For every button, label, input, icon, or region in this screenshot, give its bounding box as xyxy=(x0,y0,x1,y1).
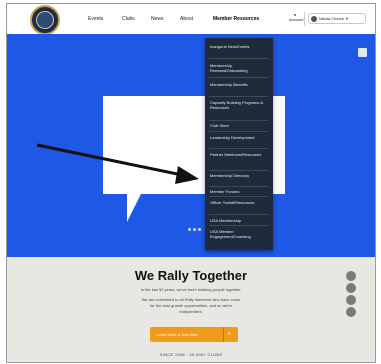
dropdown-item[interactable]: Inaugural Nets/Events xyxy=(210,44,268,49)
dropdown-item[interactable]: Officer Toolkit/Resources xyxy=(210,200,268,205)
dropdown-item[interactable]: USA Member Engagement/Coaching xyxy=(210,229,268,239)
button-divider xyxy=(223,327,224,342)
twitter-icon[interactable] xyxy=(346,283,356,293)
dropdown-separator xyxy=(209,214,269,215)
dropdown-separator xyxy=(209,96,269,97)
dropdown-item[interactable]: Leadership Development xyxy=(210,135,268,140)
section-paragraph: We are committed to all Rally members wh… xyxy=(141,297,241,314)
instagram-icon[interactable] xyxy=(346,295,356,305)
dropdown-item[interactable]: USA Membership xyxy=(210,218,268,223)
join-now-button[interactable]: Learn More & Join Now ▾ xyxy=(150,327,238,342)
social-links xyxy=(346,271,356,317)
dropdown-separator xyxy=(209,131,269,132)
dropdown-separator xyxy=(209,120,269,121)
dropdown-separator xyxy=(209,186,269,187)
dropdown-separator xyxy=(209,196,269,197)
join-now-label: Learn More & Join Now xyxy=(156,332,198,337)
footer-tagline: SINCE 1948 · 35,000+ CLUBS xyxy=(159,352,223,357)
chevron-down-icon[interactable]: ▾ xyxy=(228,331,231,337)
dropdown-separator xyxy=(209,170,269,171)
mission-section: We Rally Together In the last 50 years, … xyxy=(7,257,375,362)
section-subtitle: In the last 50 years, we've been buildin… xyxy=(140,287,242,292)
dropdown-item[interactable]: Club Store xyxy=(210,123,268,128)
member-resources-dropdown: Inaugural Nets/Events Membership Renewal… xyxy=(205,38,273,250)
dropdown-item[interactable]: Membership Directory xyxy=(210,173,268,178)
facebook-icon[interactable] xyxy=(346,271,356,281)
dropdown-separator xyxy=(209,77,269,78)
dropdown-item[interactable]: Membership Benefits xyxy=(210,82,268,87)
dropdown-separator xyxy=(209,58,269,59)
section-title: We Rally Together xyxy=(134,268,248,283)
dropdown-item[interactable]: Partner Webinars/Resources xyxy=(210,152,268,157)
dropdown-item[interactable]: Member Forums xyxy=(210,189,268,194)
dropdown-separator xyxy=(209,225,269,226)
dropdown-item[interactable]: Capacity Building Programs & Resources xyxy=(210,100,268,110)
dropdown-item[interactable]: Membership Renewal/Onboarding xyxy=(210,63,268,73)
youtube-icon[interactable] xyxy=(346,307,356,317)
browser-page: Events Clubs News About Member Resources… xyxy=(6,3,376,363)
dropdown-separator xyxy=(209,148,269,149)
